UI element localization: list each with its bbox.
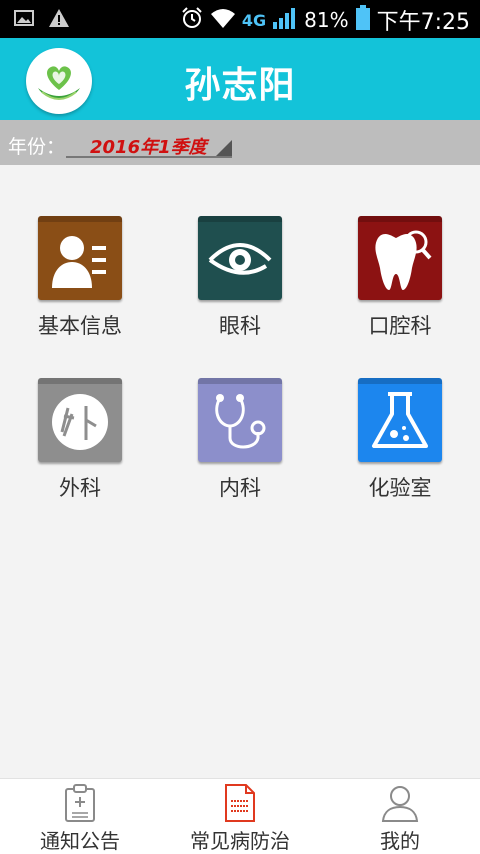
nav-item-notices[interactable]: 通知公告 bbox=[0, 779, 160, 854]
network-type: 4G bbox=[241, 10, 267, 30]
grid-item-internal-medicine[interactable]: 内科 bbox=[160, 378, 320, 508]
eye-icon bbox=[198, 216, 282, 300]
surgery-icon bbox=[38, 378, 122, 462]
warning-icon bbox=[48, 8, 70, 32]
grid-item-laboratory[interactable]: 化验室 bbox=[320, 378, 480, 508]
wifi-icon bbox=[210, 7, 236, 34]
signal-icon bbox=[272, 6, 298, 35]
grid-item-dental[interactable]: 口腔科 bbox=[320, 216, 480, 346]
stethoscope-icon bbox=[198, 378, 282, 462]
year-label: 年份： bbox=[8, 136, 66, 158]
clock: 下午7:25 bbox=[376, 10, 470, 35]
app-header: 孙志阳 bbox=[0, 38, 480, 120]
battery-icon bbox=[355, 4, 371, 36]
grid-item-ophthalmology[interactable]: 眼科 bbox=[160, 216, 320, 346]
document-icon bbox=[220, 783, 260, 823]
bottom-nav: 通知公告 常见病防治 我的 bbox=[0, 778, 480, 854]
nav-label: 通知公告 bbox=[40, 829, 120, 853]
flask-icon bbox=[358, 378, 442, 462]
alarm-icon bbox=[180, 6, 204, 35]
grid-item-label: 内科 bbox=[219, 476, 261, 500]
person-card-icon bbox=[38, 216, 122, 300]
nav-item-mine[interactable]: 我的 bbox=[320, 779, 480, 854]
grid-item-label: 外科 bbox=[59, 476, 101, 500]
year-filter-bar: 年份： 2016年1季度 bbox=[0, 120, 480, 165]
nav-label: 常见病防治 bbox=[190, 829, 290, 853]
battery-percent: 81% bbox=[304, 8, 349, 32]
year-dropdown[interactable]: 2016年1季度 bbox=[66, 130, 232, 158]
grid-item-label: 基本信息 bbox=[38, 314, 122, 338]
nav-item-disease-prevention[interactable]: 常见病防治 bbox=[160, 779, 320, 854]
nav-label: 我的 bbox=[380, 829, 420, 853]
dropdown-caret-icon bbox=[216, 140, 232, 156]
user-icon bbox=[380, 783, 420, 823]
gallery-icon bbox=[14, 9, 34, 31]
status-bar: 4G 81% 下午7:25 bbox=[0, 0, 480, 38]
grid-item-label: 化验室 bbox=[368, 476, 432, 500]
grid-item-label: 口腔科 bbox=[368, 314, 432, 338]
clipboard-icon bbox=[60, 783, 100, 823]
year-selected-value: 2016年1季度 bbox=[90, 137, 207, 158]
grid-item-surgery[interactable]: 外科 bbox=[0, 378, 160, 508]
tooth-icon bbox=[358, 216, 442, 300]
grid-item-basic-info[interactable]: 基本信息 bbox=[0, 216, 160, 346]
page-title: 孙志阳 bbox=[184, 65, 296, 106]
grid-item-label: 眼科 bbox=[219, 314, 261, 338]
